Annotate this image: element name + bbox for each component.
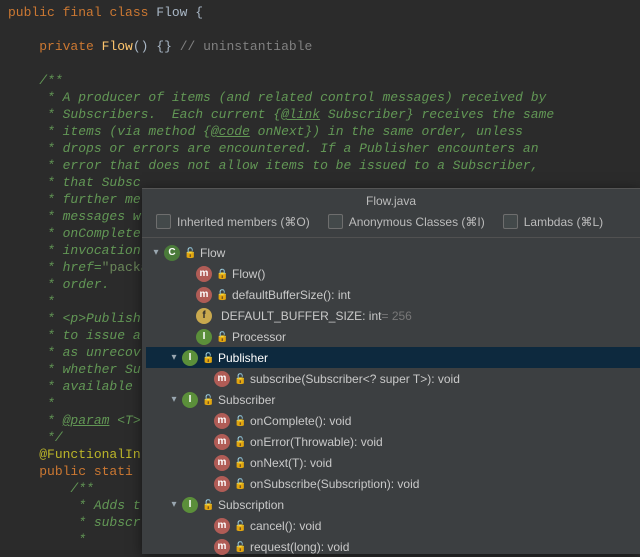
interface-icon: I: [182, 497, 198, 513]
lambdas-checkbox[interactable]: Lambdas (⌘L): [503, 214, 603, 229]
lock-icon: [216, 331, 228, 343]
checkbox-icon: [328, 214, 343, 229]
tree-item-subscription[interactable]: I Subscription: [146, 494, 640, 515]
tree-item-oncomplete[interactable]: m onComplete(): void: [146, 410, 640, 431]
lock-icon: [234, 541, 246, 553]
tree-item-ctor[interactable]: m Flow(): [146, 263, 640, 284]
tree-item-onnext[interactable]: m onNext(T): void: [146, 452, 640, 473]
class-icon: C: [164, 245, 180, 261]
anon-label: Anonymous Classes (⌘I): [349, 215, 485, 229]
lock-icon: [216, 268, 228, 280]
method-icon: m: [214, 455, 230, 471]
structure-tree[interactable]: C Flow m Flow() m defaultBufferSize(): i…: [142, 238, 640, 557]
lock-icon: [234, 457, 246, 469]
chevron-down-icon[interactable]: [168, 394, 180, 405]
tree-item-subscribe[interactable]: m subscribe(Subscriber<? super T>): void: [146, 368, 640, 389]
tree-item-default-buffer-size-field[interactable]: f DEFAULT_BUFFER_SIZE: int = 256: [146, 305, 640, 326]
tree-item-onerror[interactable]: m onError(Throwable): void: [146, 431, 640, 452]
anonymous-checkbox[interactable]: Anonymous Classes (⌘I): [328, 214, 485, 229]
method-icon: m: [214, 518, 230, 534]
interface-icon: I: [196, 329, 212, 345]
chevron-down-icon[interactable]: [150, 247, 162, 258]
lock-icon: [216, 289, 228, 301]
method-icon: m: [214, 476, 230, 492]
lambdas-label: Lambdas (⌘L): [524, 215, 603, 229]
method-icon: m: [214, 539, 230, 555]
chevron-down-icon[interactable]: [168, 352, 180, 363]
inherited-label: Inherited members (⌘O): [177, 215, 310, 229]
lock-icon: [234, 373, 246, 385]
checkbox-icon: [156, 214, 171, 229]
tree-item-publisher[interactable]: I Publisher: [146, 347, 640, 368]
tree-item-cancel[interactable]: m cancel(): void: [146, 515, 640, 536]
method-icon: m: [214, 371, 230, 387]
interface-icon: I: [182, 392, 198, 408]
structure-popup: Flow.java Inherited members (⌘O) Anonymo…: [142, 188, 640, 554]
tree-item-flow[interactable]: C Flow: [146, 242, 640, 263]
lock-icon: [202, 394, 214, 406]
filters-bar: Inherited members (⌘O) Anonymous Classes…: [142, 212, 640, 238]
tree-item-subscriber[interactable]: I Subscriber: [146, 389, 640, 410]
lock-icon: [234, 478, 246, 490]
popup-title: Flow.java: [142, 189, 640, 212]
chevron-down-icon[interactable]: [168, 499, 180, 510]
field-icon: f: [196, 308, 212, 324]
lock-icon: [184, 247, 196, 259]
tree-item-defaultbuffersize[interactable]: m defaultBufferSize(): int: [146, 284, 640, 305]
method-icon: m: [214, 434, 230, 450]
checkbox-icon: [503, 214, 518, 229]
lock-icon: [234, 415, 246, 427]
inherited-checkbox[interactable]: Inherited members (⌘O): [156, 214, 310, 229]
lock-icon: [202, 499, 214, 511]
lock-icon: [234, 520, 246, 532]
lock-icon: [234, 436, 246, 448]
lock-icon: [202, 352, 214, 364]
interface-icon: I: [182, 350, 198, 366]
method-icon: m: [196, 266, 212, 282]
method-icon: m: [214, 413, 230, 429]
method-icon: m: [196, 287, 212, 303]
tree-item-processor[interactable]: I Processor: [146, 326, 640, 347]
tree-item-onsubscribe[interactable]: m onSubscribe(Subscription): void: [146, 473, 640, 494]
